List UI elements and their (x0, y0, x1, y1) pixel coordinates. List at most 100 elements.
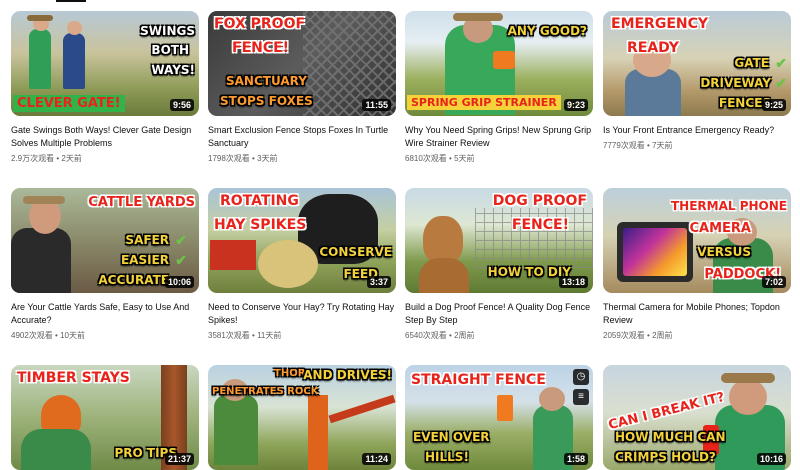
video-meta: 7779次观看 • 7天前 (603, 141, 673, 150)
video-duration: 10:16 (756, 453, 786, 465)
video-title[interactable]: Need to Conserve Your Hay? Try Rotating … (208, 301, 396, 327)
video-title[interactable]: Build a Dog Proof Fence! A Quality Dog F… (405, 301, 593, 327)
thumb-caption: FENCE! (232, 40, 290, 56)
video-thumbnail[interactable]: DOG PROOF FENCE! HOW TO DIY 13:18 (405, 188, 593, 293)
thumb-caption: THERMAL PHONE (671, 199, 787, 213)
checkmark-icon: ✔ (175, 252, 187, 268)
video-card[interactable]: FOX PROOF FENCE! SANCTUARY STOPS FOXES 1… (208, 11, 396, 164)
thumb-caption: CRIMPS HOLD? (615, 450, 716, 464)
thumb-caption: SPRING GRIP STRAINER (407, 95, 561, 110)
view-count: 2059次观看 (603, 331, 645, 340)
upload-age: 7天前 (652, 141, 673, 150)
upload-age: 5天前 (454, 154, 475, 163)
thumb-caption: SWINGS (140, 24, 195, 38)
video-thumbnail[interactable]: EMERGENCY READY GATE DRIVEWAY FENCES ✔ ✔… (603, 11, 791, 116)
thumb-caption: EASIER (120, 253, 169, 267)
video-card[interactable]: TIMBER STAYS PRO TIPS 21:37 (11, 365, 199, 470)
video-meta: 4902次观看 • 10天前 (11, 331, 85, 340)
thumb-caption: HOW TO DIY (487, 265, 571, 279)
video-title[interactable]: Gate Swings Both Ways! Clever Gate Desig… (11, 124, 199, 150)
view-count: 1798次观看 (208, 154, 250, 163)
view-count: 4902次观看 (11, 331, 53, 340)
video-card[interactable]: ROTATING HAY SPIKES CONSERVE FEED 3:37 N… (208, 188, 396, 341)
video-thumbnail[interactable]: TIMBER STAYS PRO TIPS 21:37 (11, 365, 199, 470)
thumb-caption: STRAIGHT FENCE (411, 372, 546, 388)
thumb-caption: EVEN OVER (413, 430, 490, 444)
video-card[interactable]: STRAIGHT FENCE EVEN OVER HILLS! ◷ ≡ 1:58 (405, 365, 593, 470)
upload-age: 11天前 (257, 331, 282, 340)
thumb-caption: WAYS! (151, 63, 195, 77)
video-duration: 21:37 (164, 453, 194, 465)
thumb-caption: SANCTUARY (226, 74, 307, 88)
video-title[interactable]: Why You Need Spring Grips! New Sprung Gr… (405, 124, 593, 150)
video-card[interactable]: THOR PENETRATES ROCK AND DRIVES! 11:24 (208, 365, 396, 470)
video-thumbnail[interactable]: ANY GOOD? SPRING GRIP STRAINER 9:23 (405, 11, 593, 116)
thumb-caption: HILLS! (425, 450, 469, 464)
thumb-caption: ACCURATE (98, 273, 169, 287)
video-card[interactable]: CAN I BREAK IT? HOW MUCH CAN CRIMPS HOLD… (603, 365, 791, 470)
video-title[interactable]: Thermal Camera for Mobile Phones; Topdon… (603, 301, 791, 327)
thumb-caption: DRIVEWAY (700, 76, 771, 90)
upload-age: 2周前 (454, 331, 475, 340)
thumb-caption: STOPS FOXES (220, 94, 313, 108)
checkmark-icon: ✔ (175, 232, 187, 248)
thumb-caption: PENETRATES ROCK (212, 386, 319, 397)
thumb-caption: DOG PROOF (492, 193, 587, 209)
video-meta: 6810次观看 • 5天前 (405, 154, 475, 163)
view-count: 3581次观看 (208, 331, 250, 340)
video-duration: 9:25 (761, 99, 786, 111)
video-thumbnail[interactable]: FOX PROOF FENCE! SANCTUARY STOPS FOXES 1… (208, 11, 396, 116)
upload-age: 10天前 (60, 331, 85, 340)
thumb-caption: ANY GOOD? (507, 24, 587, 38)
thumb-caption: TIMBER STAYS (17, 370, 130, 386)
video-card[interactable]: CATTLE YARDS SAFER EASIER ACCURATE ✔ ✔ 1… (11, 188, 199, 341)
video-meta: 6540次观看 • 2周前 (405, 331, 475, 340)
view-count: 6810次观看 (405, 154, 447, 163)
video-duration: 3:37 (366, 276, 391, 288)
checkmark-icon: ✔ (775, 75, 787, 91)
thumb-caption: VERSUS (697, 245, 751, 259)
thumb-caption: THOR (274, 368, 306, 379)
video-title[interactable]: Are Your Cattle Yards Safe, Easy to Use … (11, 301, 199, 327)
clock-icon[interactable]: ◷ (573, 369, 589, 385)
thumb-caption: AND DRIVES! (303, 368, 392, 382)
video-thumbnail[interactable]: CATTLE YARDS SAFER EASIER ACCURATE ✔ ✔ 1… (11, 188, 199, 293)
view-count: 7779次观看 (603, 141, 645, 150)
video-thumbnail[interactable]: STRAIGHT FENCE EVEN OVER HILLS! ◷ ≡ 1:58 (405, 365, 593, 470)
video-thumbnail[interactable]: THOR PENETRATES ROCK AND DRIVES! 11:24 (208, 365, 396, 470)
thumb-caption: HOW MUCH CAN (615, 430, 726, 444)
video-meta: 2059次观看 • 2周前 (603, 331, 673, 340)
add-to-queue-icon[interactable]: ≡ (573, 389, 589, 405)
thumb-caption: BOTH (151, 43, 189, 57)
video-thumbnail[interactable]: SWINGS BOTH WAYS! CLEVER GATE! 9:56 (11, 11, 199, 116)
video-meta: 3581次观看 • 11天前 (208, 331, 282, 340)
thumb-caption: EMERGENCY (611, 16, 709, 32)
thumb-caption: CAMERA (689, 221, 752, 236)
video-card[interactable]: ANY GOOD? SPRING GRIP STRAINER 9:23 Why … (405, 11, 593, 164)
view-count: 2.9万次观看 (11, 154, 55, 163)
thumb-caption: ROTATING (220, 193, 299, 209)
video-card[interactable]: DOG PROOF FENCE! HOW TO DIY 13:18 Build … (405, 188, 593, 341)
video-duration: 11:24 (362, 453, 391, 465)
video-duration: 9:56 (169, 99, 194, 111)
thumb-caption: CLEVER GATE! (13, 95, 125, 112)
video-duration: 7:02 (761, 276, 786, 288)
video-card[interactable]: THERMAL PHONE CAMERA VERSUS PADDOCK! 7:0… (603, 188, 791, 341)
video-meta: 2.9万次观看 • 2天前 (11, 154, 82, 163)
video-title[interactable]: Smart Exclusion Fence Stops Foxes In Tur… (208, 124, 396, 150)
video-meta: 1798次观看 • 3天前 (208, 154, 278, 163)
video-thumbnail[interactable]: ROTATING HAY SPIKES CONSERVE FEED 3:37 (208, 188, 396, 293)
thumb-caption: FOX PROOF (214, 16, 306, 32)
video-thumbnail[interactable]: CAN I BREAK IT? HOW MUCH CAN CRIMPS HOLD… (603, 365, 791, 470)
video-card[interactable]: EMERGENCY READY GATE DRIVEWAY FENCES ✔ ✔… (603, 11, 791, 151)
thumb-caption: CONSERVE (319, 245, 392, 259)
thumb-caption: READY (627, 40, 679, 56)
upload-age: 2周前 (652, 331, 673, 340)
video-card[interactable]: SWINGS BOTH WAYS! CLEVER GATE! 9:56 Gate… (11, 11, 199, 164)
video-duration: 9:23 (563, 99, 588, 111)
thumb-caption: FENCE! (511, 217, 569, 233)
video-title[interactable]: Is Your Front Entrance Emergency Ready? (603, 124, 791, 137)
video-thumbnail[interactable]: THERMAL PHONE CAMERA VERSUS PADDOCK! 7:0… (603, 188, 791, 293)
view-count: 6540次观看 (405, 331, 447, 340)
video-duration: 10:06 (164, 276, 194, 288)
